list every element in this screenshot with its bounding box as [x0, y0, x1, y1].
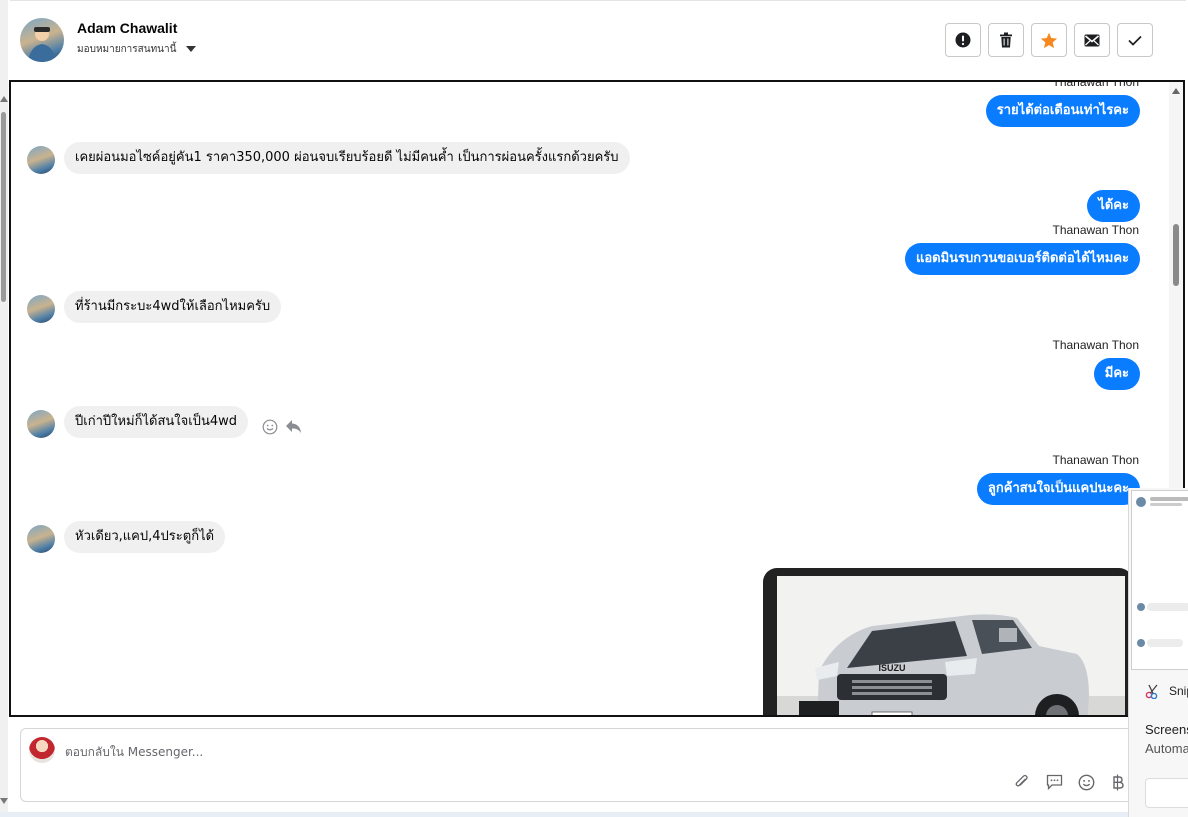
conversation-header: Adam Chawalit มอบหมายการสนทนานี้: [10, 0, 1186, 81]
attach-file-button[interactable]: [1013, 773, 1031, 791]
outgoing-message[interactable]: รายได้ต่อเดือนเท่าไรคะ: [985, 95, 1140, 127]
trash-icon: [1000, 32, 1012, 48]
truck-photo: ISUZU: [777, 576, 1125, 715]
sender-name: Thanawan Thon: [1052, 453, 1139, 467]
paperclip-icon: [1015, 774, 1028, 787]
sender-avatar[interactable]: [27, 146, 55, 174]
chevron-down-icon[interactable]: [186, 46, 196, 52]
brand-text: ISUZU: [879, 663, 906, 673]
thumbnail-sub-line: [1150, 503, 1182, 506]
saved-replies-button[interactable]: [1045, 773, 1063, 791]
message-thread[interactable]: Thanawan Thon รายได้ต่อเดือนเท่าไรคะ เคย…: [9, 80, 1185, 717]
incoming-message[interactable]: ที่ร้านมีกระบะ4wdให้เลือกไหมครับ: [64, 291, 282, 323]
emoji-button[interactable]: [1077, 773, 1095, 791]
avatar-photo-icon: [28, 27, 56, 62]
mark-done-button[interactable]: [1117, 23, 1153, 57]
screenshot-thumbnail[interactable]: [1131, 490, 1188, 670]
reply-composer[interactable]: ตอบกลับใน Messenger...: [20, 728, 1140, 802]
outgoing-message[interactable]: ได้คะ: [1087, 190, 1140, 222]
mark-unread-button[interactable]: [1074, 23, 1110, 57]
agent-avatar: [29, 737, 55, 763]
thumbnail-avatar: [1137, 603, 1145, 611]
thumbnail-name-line: [1150, 497, 1188, 501]
thread-scroll-thumb[interactable]: [1173, 224, 1179, 286]
page-scrollbar[interactable]: [0, 0, 8, 817]
sender-avatar[interactable]: [27, 525, 55, 553]
sender-avatar[interactable]: [27, 410, 55, 438]
outgoing-message[interactable]: ลูกค้าสนใจเป็นแคปนะคะ: [976, 473, 1140, 505]
sender-name: Thanawan Thon: [1052, 223, 1139, 237]
snipping-tool-icon: [1145, 684, 1158, 699]
chat-bubble-icon: [1046, 774, 1062, 790]
incoming-message[interactable]: ปีเก่าปีใหม่ก็ได้สนใจเป็น4wd: [64, 406, 248, 438]
snip-line-1: Screens: [1145, 722, 1188, 737]
incoming-message[interactable]: หัวเดียว,แคป,4ประตูก็ได้: [64, 521, 226, 553]
spam-report-button[interactable]: [945, 23, 981, 57]
thumbnail-avatar: [1137, 639, 1145, 647]
snip-notification[interactable]: Snip Screens Automa: [1128, 488, 1188, 817]
scroll-up-arrow-icon[interactable]: [1172, 88, 1180, 94]
contact-avatar[interactable]: [20, 18, 64, 62]
incoming-message[interactable]: เคยผ่อนมอไซค์อยู่คัน1 ราคา350,000 ผ่อนจบ…: [64, 142, 630, 174]
envelope-icon: [1084, 34, 1100, 46]
sender-name: Thanawan Thon: [1052, 80, 1139, 89]
snip-action-button[interactable]: [1145, 778, 1188, 808]
image-attachment[interactable]: ISUZU: [763, 568, 1133, 715]
pickup-truck-image: ISUZU: [777, 576, 1125, 715]
page-scroll-thumb[interactable]: [1, 112, 6, 302]
thumbnail-bubble: [1147, 639, 1183, 647]
bottom-divider: [0, 812, 1128, 817]
snip-line-2: Automa: [1145, 741, 1188, 756]
snip-app-name: Snip: [1169, 684, 1188, 698]
reply-input[interactable]: ตอบกลับใน Messenger...: [65, 743, 203, 762]
outgoing-message[interactable]: แอดมินรบกวนขอเบอร์ติดต่อได้ไหมคะ: [904, 243, 1140, 275]
contact-name[interactable]: Adam Chawalit: [77, 20, 177, 36]
star-icon: [1040, 32, 1058, 48]
sender-name: Thanawan Thon: [1052, 338, 1139, 352]
star-button[interactable]: [1031, 23, 1067, 57]
react-emoji-icon[interactable]: [262, 419, 278, 435]
sender-avatar[interactable]: [27, 295, 55, 323]
scroll-up-arrow-icon[interactable]: [0, 96, 8, 102]
scroll-down-arrow-icon[interactable]: [0, 798, 8, 804]
thumbnail-bubble: [1147, 603, 1188, 611]
payment-button[interactable]: [1109, 773, 1127, 791]
assign-conversation-label[interactable]: มอบหมายการสนทนานี้: [77, 42, 176, 57]
smiley-icon: [1078, 774, 1094, 790]
reply-icon[interactable]: [285, 419, 302, 434]
check-icon: [1128, 35, 1142, 46]
delete-button[interactable]: [988, 23, 1024, 57]
baht-icon: [1113, 774, 1124, 790]
exclamation-icon: [955, 32, 971, 48]
thumbnail-avatar: [1136, 497, 1146, 507]
outgoing-message[interactable]: มีคะ: [1093, 358, 1140, 390]
